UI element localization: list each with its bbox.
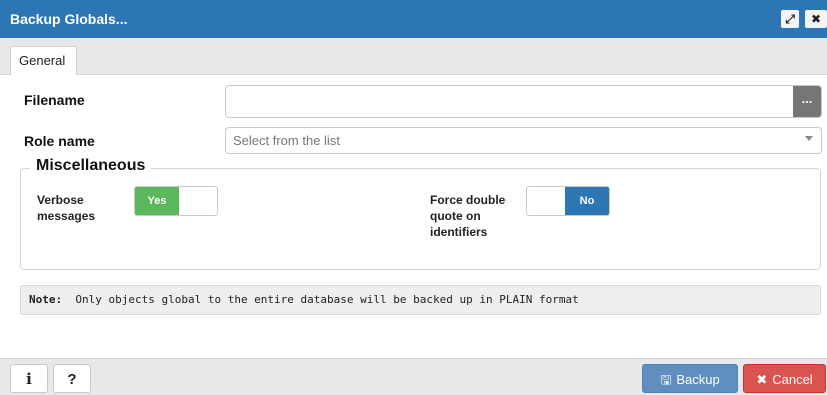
- force-quote-toggle-value: No: [565, 187, 609, 215]
- backup-label: Backup: [676, 372, 720, 387]
- backup-button[interactable]: 🖫 Backup: [642, 364, 738, 393]
- cancel-button[interactable]: ✖ Cancel: [743, 364, 826, 393]
- cancel-label: Cancel: [772, 372, 813, 387]
- tab-general[interactable]: General: [10, 46, 77, 75]
- role-name-select[interactable]: Select from the list: [225, 127, 822, 154]
- note-prefix: Note:: [29, 293, 63, 306]
- verbose-messages-toggle[interactable]: Yes: [134, 186, 218, 216]
- dialog-titlebar[interactable]: Backup Globals...: [0, 0, 827, 38]
- verbose-toggle-value: Yes: [135, 187, 179, 215]
- info-icon: i: [26, 370, 32, 388]
- close-icon[interactable]: ✖: [805, 10, 827, 28]
- role-name-placeholder: Select from the list: [233, 133, 340, 148]
- backup-globals-dialog: Backup Globals... ⤢ ✖ General Filename .…: [0, 0, 827, 395]
- force-double-quote-label: Force double quote on identifiers: [430, 193, 506, 239]
- verbose-messages-label: Verbose messages: [37, 193, 96, 223]
- miscellaneous-fieldset: [20, 168, 821, 270]
- dialog-title: Backup Globals...: [10, 11, 128, 27]
- info-button[interactable]: i: [10, 364, 48, 393]
- help-icon: ?: [67, 371, 77, 388]
- save-icon: 🖫: [660, 372, 672, 387]
- tab-strip: General: [0, 38, 827, 75]
- chevron-down-icon: [805, 136, 813, 141]
- miscellaneous-legend: Miscellaneous: [30, 157, 152, 175]
- filename-input[interactable]: [225, 85, 822, 118]
- browse-button[interactable]: ...: [793, 86, 821, 117]
- maximize-icon[interactable]: ⤢: [781, 10, 799, 28]
- note-box: Note: Only objects global to the entire …: [20, 285, 821, 315]
- note-text: Only objects global to the entire databa…: [75, 293, 579, 306]
- cross-icon: ✖: [756, 372, 768, 387]
- force-double-quote-toggle[interactable]: No: [526, 186, 610, 216]
- filename-label: Filename: [24, 92, 85, 108]
- help-button[interactable]: ?: [53, 364, 91, 393]
- role-name-label: Role name: [24, 133, 95, 149]
